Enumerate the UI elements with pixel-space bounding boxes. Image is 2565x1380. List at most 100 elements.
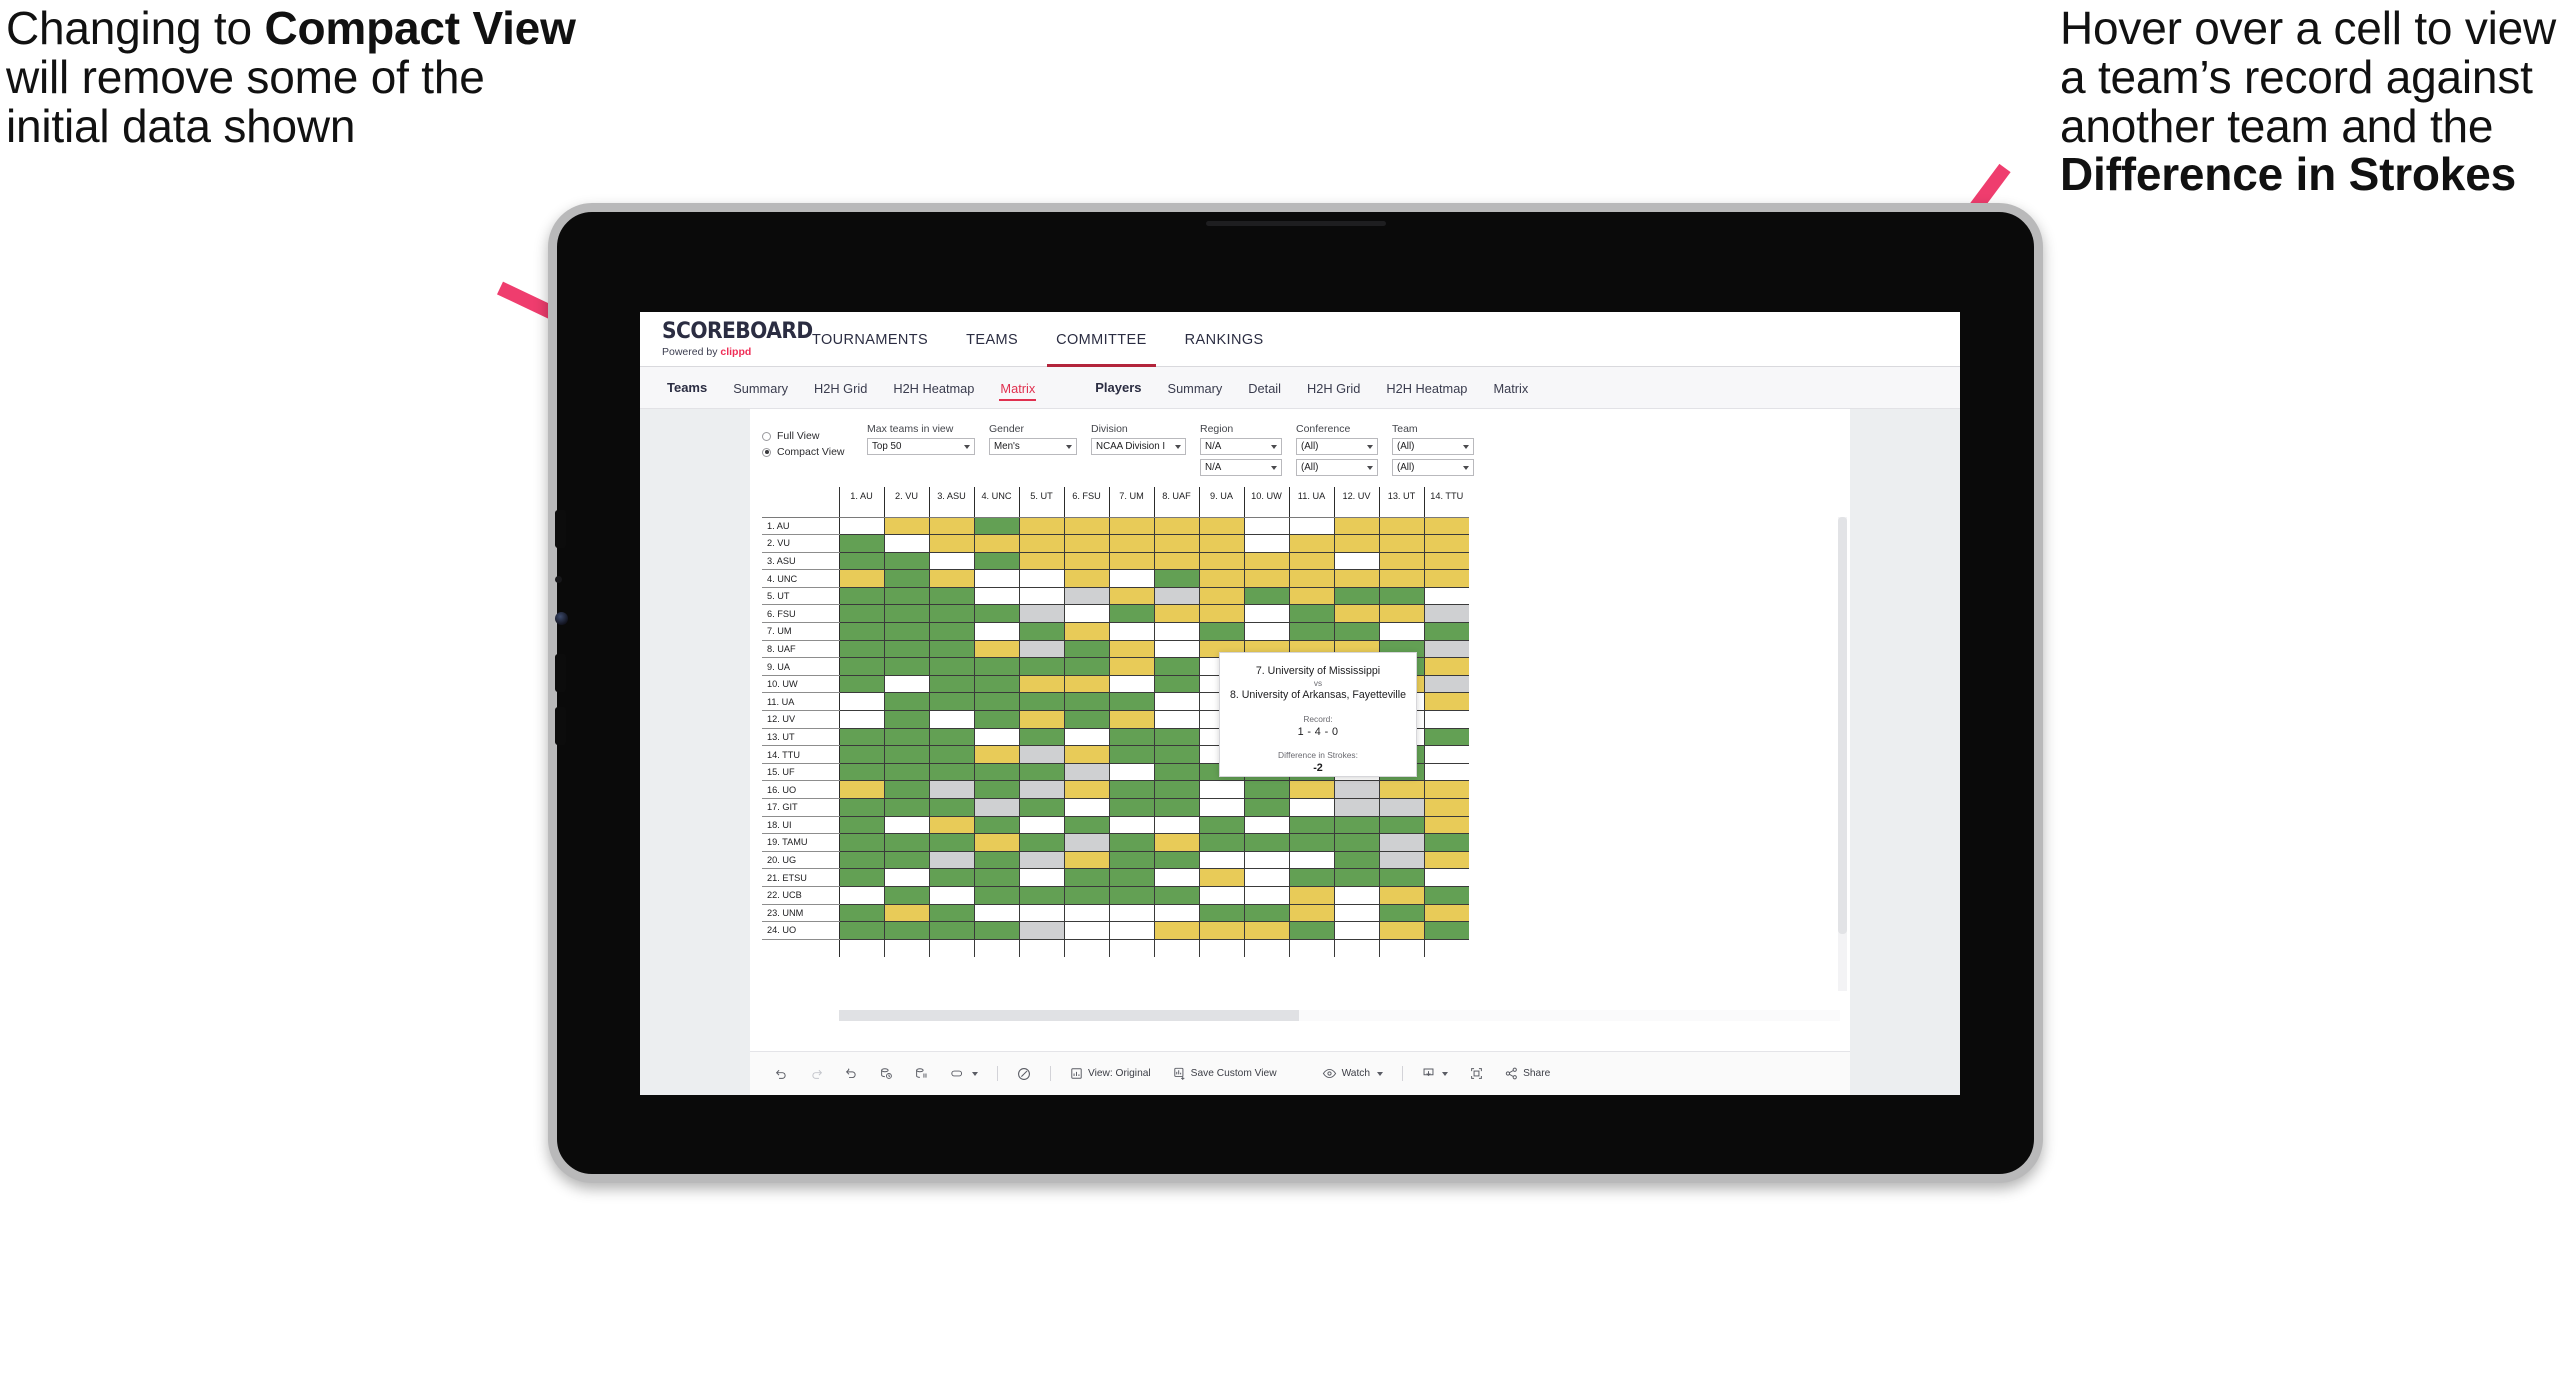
select-region-2[interactable]: N/A	[1200, 459, 1282, 476]
matrix-cell[interactable]	[1243, 569, 1289, 588]
matrix-cell[interactable]	[928, 886, 974, 905]
matrix-cell[interactable]	[1063, 710, 1109, 729]
matrix-cell[interactable]	[928, 517, 974, 536]
show-me-button[interactable]	[1006, 1052, 1042, 1096]
select-region-1[interactable]: N/A	[1200, 438, 1282, 455]
subnav-players-matrix[interactable]: Matrix	[1480, 370, 1541, 405]
matrix-cell[interactable]	[928, 904, 974, 923]
matrix-column-header[interactable]: 3. ASU	[928, 487, 974, 518]
subnav-players-summary[interactable]: Summary	[1155, 370, 1236, 405]
matrix-row-header[interactable]: 13. UT	[762, 728, 840, 747]
matrix-cell[interactable]	[1198, 798, 1244, 817]
matrix-cell[interactable]	[838, 622, 884, 641]
matrix-row-header[interactable]: 17. GIT	[762, 798, 840, 817]
subnav-players-h2h-grid[interactable]: H2H Grid	[1294, 370, 1373, 405]
matrix-cell[interactable]	[1153, 692, 1199, 712]
matrix-cell[interactable]	[973, 675, 1019, 694]
matrix-cell[interactable]	[1198, 886, 1244, 905]
matrix-cell[interactable]	[973, 569, 1019, 588]
matrix-cell[interactable]	[1243, 517, 1289, 536]
matrix-cell[interactable]	[928, 780, 974, 799]
matrix-cell[interactable]	[1243, 851, 1289, 870]
matrix-cell[interactable]	[1018, 833, 1064, 852]
matrix-cell[interactable]	[838, 569, 884, 588]
matrix-cell[interactable]	[838, 921, 884, 940]
matrix-row-header[interactable]: 6. FSU	[762, 604, 840, 624]
matrix-cell[interactable]	[1108, 604, 1154, 624]
matrix-cell[interactable]	[883, 692, 929, 712]
matrix-cell[interactable]	[1198, 534, 1244, 553]
matrix-cell[interactable]	[973, 552, 1019, 571]
matrix-cell[interactable]	[1018, 851, 1064, 870]
matrix-cell[interactable]	[883, 780, 929, 799]
subnav-players-h2h-heatmap[interactable]: H2H Heatmap	[1373, 370, 1480, 405]
matrix-cell[interactable]	[1378, 904, 1424, 923]
matrix-cell[interactable]	[1378, 587, 1424, 606]
matrix-cell[interactable]	[883, 657, 929, 676]
tablet-button-bottom[interactable]	[555, 707, 566, 745]
matrix-cell[interactable]	[1018, 552, 1064, 571]
matrix-cell[interactable]	[928, 728, 974, 747]
matrix-cell[interactable]	[973, 868, 1019, 887]
matrix-cell[interactable]	[1153, 833, 1199, 852]
matrix-row-header[interactable]: 18. UI	[762, 816, 840, 835]
matrix-cell[interactable]	[883, 816, 929, 835]
matrix-cell[interactable]	[928, 604, 974, 624]
select-conference-2[interactable]: (All)	[1296, 459, 1378, 476]
matrix-cell[interactable]	[928, 798, 974, 817]
matrix-cell[interactable]	[1243, 780, 1289, 799]
matrix-cell[interactable]	[883, 552, 929, 571]
share-button[interactable]: Share	[1494, 1052, 1561, 1096]
matrix-cell[interactable]	[1288, 904, 1334, 923]
matrix-cell[interactable]	[1063, 728, 1109, 747]
matrix-cell[interactable]	[883, 587, 929, 606]
matrix-cell[interactable]	[838, 604, 884, 624]
matrix-cell[interactable]	[1108, 851, 1154, 870]
download-button[interactable]	[1411, 1052, 1459, 1096]
matrix-cell[interactable]	[1153, 552, 1199, 571]
matrix-cell[interactable]	[1063, 763, 1109, 782]
matrix-cell[interactable]	[973, 622, 1019, 641]
matrix-cell[interactable]	[1423, 604, 1469, 624]
matrix-cell[interactable]	[1288, 851, 1334, 870]
matrix-cell[interactable]	[1378, 816, 1424, 835]
matrix-cell[interactable]	[1108, 745, 1154, 764]
matrix-row-header[interactable]: 22. UCB	[762, 886, 840, 905]
matrix-cell[interactable]	[838, 904, 884, 923]
matrix-cell[interactable]	[1423, 692, 1469, 712]
matrix-cell[interactable]	[838, 710, 884, 729]
matrix-cell[interactable]	[973, 904, 1019, 923]
matrix-cell[interactable]	[883, 886, 929, 905]
matrix-cell[interactable]	[1018, 710, 1064, 729]
matrix-cell[interactable]	[883, 640, 929, 659]
matrix-cell[interactable]	[838, 816, 884, 835]
matrix-cell[interactable]	[1423, 745, 1469, 764]
matrix-column-header[interactable]: 9. UA	[1198, 487, 1244, 518]
matrix-cell[interactable]	[1063, 798, 1109, 817]
matrix-cell[interactable]	[1108, 552, 1154, 571]
matrix-cell[interactable]	[1378, 780, 1424, 799]
select-max-teams[interactable]: Top 50	[867, 438, 975, 455]
matrix-cell[interactable]	[1063, 657, 1109, 676]
matrix-cell[interactable]	[1288, 921, 1334, 940]
matrix-cell[interactable]	[1153, 851, 1199, 870]
matrix-cell[interactable]	[1018, 904, 1064, 923]
matrix-cell[interactable]	[1063, 921, 1109, 940]
matrix-cell[interactable]	[1333, 851, 1379, 870]
matrix-cell[interactable]	[1423, 763, 1469, 782]
matrix-cell[interactable]	[1198, 816, 1244, 835]
matrix-cell[interactable]	[1108, 886, 1154, 905]
select-team-1[interactable]: (All)	[1392, 438, 1474, 455]
matrix-cell[interactable]	[1153, 904, 1199, 923]
matrix-cell[interactable]	[973, 534, 1019, 553]
matrix-cell[interactable]	[1198, 622, 1244, 641]
matrix-cell[interactable]	[1018, 780, 1064, 799]
matrix-row-header[interactable]: 10. UW	[762, 675, 840, 694]
matrix-cell[interactable]	[1108, 904, 1154, 923]
matrix-cell[interactable]	[1018, 745, 1064, 764]
matrix-cell[interactable]	[1063, 886, 1109, 905]
select-division[interactable]: NCAA Division I	[1091, 438, 1186, 455]
matrix-cell[interactable]	[1288, 552, 1334, 571]
matrix-cell[interactable]	[973, 833, 1019, 852]
matrix-cell[interactable]	[1198, 587, 1244, 606]
